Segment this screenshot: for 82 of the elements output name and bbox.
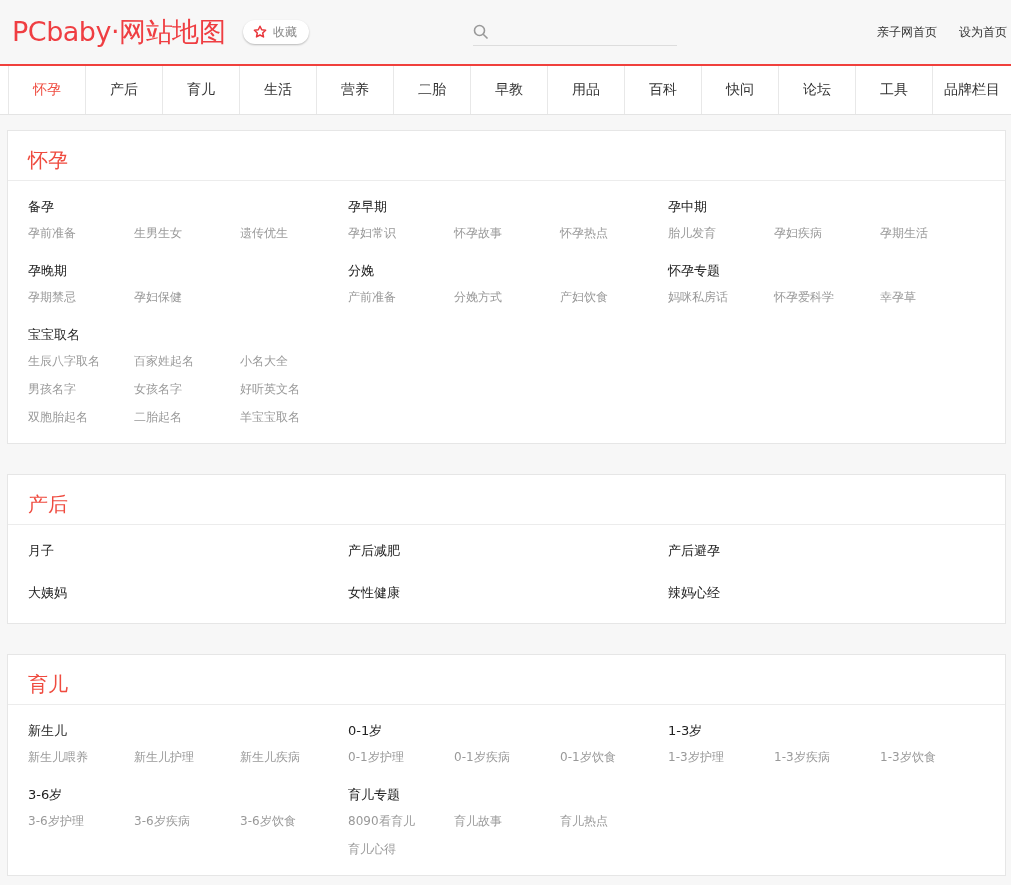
category-link[interactable]: 3-6岁饮食 bbox=[240, 807, 346, 835]
category-link[interactable]: 新生儿护理 bbox=[134, 743, 240, 771]
category-link[interactable]: 生男生女 bbox=[134, 219, 240, 247]
category-link[interactable]: 0-1岁饮食 bbox=[560, 743, 666, 771]
category-heading[interactable]: 怀孕专题 bbox=[668, 261, 988, 281]
category-link[interactable]: 好听英文名 bbox=[240, 375, 346, 403]
nav-tab[interactable]: 怀孕 bbox=[8, 66, 85, 114]
category-heading[interactable]: 1-3岁 bbox=[668, 721, 988, 741]
category-link[interactable]: 分娩方式 bbox=[454, 283, 560, 311]
category-heading[interactable]: 3-6岁 bbox=[28, 785, 348, 805]
site-logo[interactable]: PCbaby·网站地图 bbox=[12, 14, 226, 50]
nav-tab[interactable]: 工具 bbox=[855, 66, 932, 114]
category-link[interactable]: 产妇饮食 bbox=[560, 283, 666, 311]
section-title: 育儿 bbox=[28, 671, 68, 698]
category-link[interactable]: 8090看育儿 bbox=[348, 807, 454, 835]
category-heading[interactable]: 孕中期 bbox=[668, 197, 988, 217]
category-link[interactable]: 0-1岁护理 bbox=[348, 743, 454, 771]
category-link[interactable]: 怀孕故事 bbox=[454, 219, 560, 247]
nav-tab[interactable]: 早教 bbox=[470, 66, 547, 114]
category-link[interactable]: 育儿热点 bbox=[560, 807, 666, 835]
category-heading[interactable]: 月子 bbox=[28, 541, 348, 561]
nav-tab[interactable]: 二胎 bbox=[393, 66, 470, 114]
category-heading[interactable]: 产后避孕 bbox=[668, 541, 988, 561]
section-title: 怀孕 bbox=[28, 147, 68, 174]
category-heading[interactable]: 女性健康 bbox=[348, 583, 668, 603]
category-link[interactable]: 孕妇常识 bbox=[348, 219, 454, 247]
category-link[interactable]: 遗传优生 bbox=[240, 219, 346, 247]
category-link[interactable]: 二胎起名 bbox=[134, 403, 240, 431]
header-link[interactable]: 亲子网首页 bbox=[877, 23, 937, 41]
nav-tab[interactable]: 快问 bbox=[701, 66, 778, 114]
category-link[interactable]: 怀孕热点 bbox=[560, 219, 666, 247]
star-icon bbox=[253, 25, 268, 39]
category-link[interactable]: 妈咪私房话 bbox=[668, 283, 774, 311]
nav-tab[interactable]: 生活 bbox=[239, 66, 316, 114]
category-link[interactable]: 孕妇保健 bbox=[134, 283, 240, 311]
category-heading[interactable]: 产后减肥 bbox=[348, 541, 668, 561]
search-icon bbox=[473, 23, 490, 40]
category-link[interactable]: 新生儿喂养 bbox=[28, 743, 134, 771]
category-link[interactable]: 孕前准备 bbox=[28, 219, 134, 247]
category-link[interactable]: 双胞胎起名 bbox=[28, 403, 134, 431]
nav-tab[interactable]: 育儿 bbox=[162, 66, 239, 114]
category-heading[interactable]: 0-1岁 bbox=[348, 721, 668, 741]
category-heading[interactable]: 辣妈心经 bbox=[668, 583, 988, 603]
category-link[interactable]: 百家姓起名 bbox=[134, 347, 240, 375]
category-link[interactable]: 羊宝宝取名 bbox=[240, 403, 346, 431]
category-link[interactable]: 育儿心得 bbox=[348, 835, 454, 863]
category-heading[interactable]: 孕晚期 bbox=[28, 261, 348, 281]
category-link[interactable]: 1-3岁疾病 bbox=[774, 743, 880, 771]
category-link[interactable]: 男孩名字 bbox=[28, 375, 134, 403]
category-link[interactable]: 0-1岁疾病 bbox=[454, 743, 560, 771]
category-heading[interactable]: 备孕 bbox=[28, 197, 348, 217]
category-link[interactable]: 1-3岁饮食 bbox=[880, 743, 986, 771]
category-heading[interactable]: 孕早期 bbox=[348, 197, 668, 217]
category-link[interactable]: 小名大全 bbox=[240, 347, 346, 375]
nav-tab[interactable]: 百科 bbox=[624, 66, 701, 114]
category-link[interactable]: 女孩名字 bbox=[134, 375, 240, 403]
category-link[interactable]: 育儿故事 bbox=[454, 807, 560, 835]
nav-tab[interactable]: 产后 bbox=[85, 66, 162, 114]
category-link[interactable]: 3-6岁疾病 bbox=[134, 807, 240, 835]
category-heading[interactable]: 宝宝取名 bbox=[28, 325, 348, 345]
category-link[interactable]: 产前准备 bbox=[348, 283, 454, 311]
nav-tab[interactable]: 论坛 bbox=[778, 66, 855, 114]
header-link[interactable]: 设为首页 bbox=[959, 23, 1007, 41]
category-link[interactable]: 怀孕爱科学 bbox=[774, 283, 880, 311]
nav-tab[interactable]: 营养 bbox=[316, 66, 393, 114]
category-link[interactable]: 1-3岁护理 bbox=[668, 743, 774, 771]
category-link[interactable]: 胎儿发育 bbox=[668, 219, 774, 247]
category-heading[interactable]: 大姨妈 bbox=[28, 583, 348, 603]
category-link[interactable]: 孕妇疾病 bbox=[774, 219, 880, 247]
favorite-button[interactable]: 收藏 bbox=[243, 20, 310, 44]
category-heading[interactable]: 新生儿 bbox=[28, 721, 348, 741]
nav-tab[interactable]: 用品 bbox=[547, 66, 624, 114]
category-link[interactable]: 3-6岁护理 bbox=[28, 807, 134, 835]
section-title: 产后 bbox=[28, 491, 68, 518]
category-link[interactable]: 幸孕草 bbox=[880, 283, 986, 311]
category-heading[interactable]: 育儿专题 bbox=[348, 785, 668, 805]
category-link[interactable]: 孕期生活 bbox=[880, 219, 986, 247]
category-link[interactable]: 新生儿疾病 bbox=[240, 743, 346, 771]
category-heading[interactable]: 分娩 bbox=[348, 261, 668, 281]
category-link[interactable]: 孕期禁忌 bbox=[28, 283, 134, 311]
category-link[interactable]: 生辰八字取名 bbox=[28, 347, 134, 375]
nav-tab[interactable]: 品牌栏目 bbox=[932, 66, 1011, 114]
